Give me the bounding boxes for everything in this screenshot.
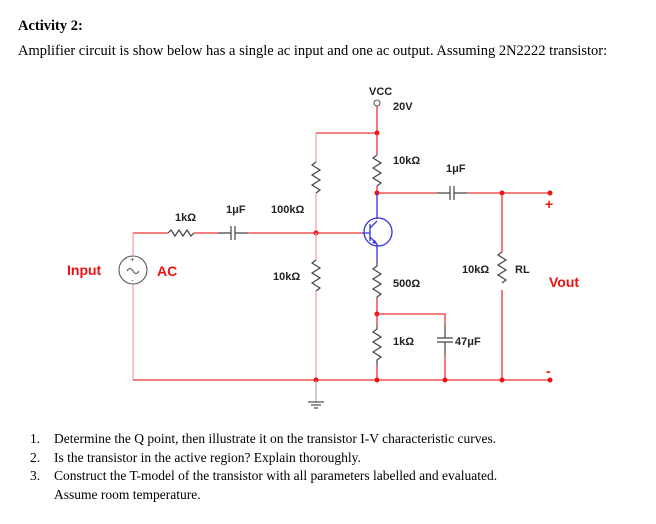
resistor-rl (496, 251, 508, 284)
resistor-rl-name: RL (515, 264, 530, 276)
resistor-100k-label: 100kΩ (271, 204, 304, 216)
svg-text:-: - (131, 276, 134, 285)
resistor-1k-emitter (371, 325, 383, 365)
output-plus-label: + (545, 196, 553, 212)
resistor-1k-emitter-label: 1kΩ (393, 336, 414, 348)
resistor-10k-collector (371, 154, 383, 187)
vout-label: Vout (549, 274, 579, 290)
vcc-terminal: VCC 20V (369, 86, 413, 113)
resistor-10k-collector-label: 10kΩ (393, 155, 420, 167)
capacitor-1uf-input-label: 1μF (226, 204, 246, 216)
question-item: 3. Construct the T-model of the transist… (30, 468, 498, 483)
resistor-1k-input (167, 228, 195, 238)
npn-transistor-2n2222 (362, 193, 393, 262)
resistor-1k-input-label: 1kΩ (175, 212, 196, 224)
resistor-rl-value: 10kΩ (462, 264, 489, 276)
ac-source: + - (118, 255, 148, 285)
resistor-10k-bias (310, 259, 322, 292)
capacitor-47uf-label: 47μF (455, 336, 481, 348)
output-terminal-plus (547, 190, 553, 196)
resistor-500-label: 500Ω (393, 278, 420, 290)
ac-source-label: AC (157, 263, 177, 279)
capacitor-1uf-input (218, 226, 248, 240)
question-item: 1. Determine the Q point, then illustrat… (30, 431, 497, 446)
resistor-500 (371, 262, 383, 298)
capacitor-47uf-bypass (437, 325, 453, 355)
question-continuation: Assume room temperature. (54, 486, 201, 502)
capacitor-1uf-output (437, 186, 467, 200)
resistor-100k (310, 161, 322, 194)
question-list: 1. Determine the Q point, then illustrat… (30, 430, 650, 504)
vcc-value: 20V (393, 101, 413, 113)
vcc-label: VCC (369, 86, 392, 98)
resistor-10k-bias-label: 10kΩ (273, 271, 300, 283)
output-minus-label: - (546, 363, 551, 379)
question-item: 2. Is the transistor in the active regio… (30, 449, 361, 465)
ground-icon (308, 380, 324, 409)
svg-text:+: + (130, 255, 135, 264)
capacitor-1uf-output-label: 1μF (446, 163, 466, 175)
input-label: Input (67, 262, 102, 278)
